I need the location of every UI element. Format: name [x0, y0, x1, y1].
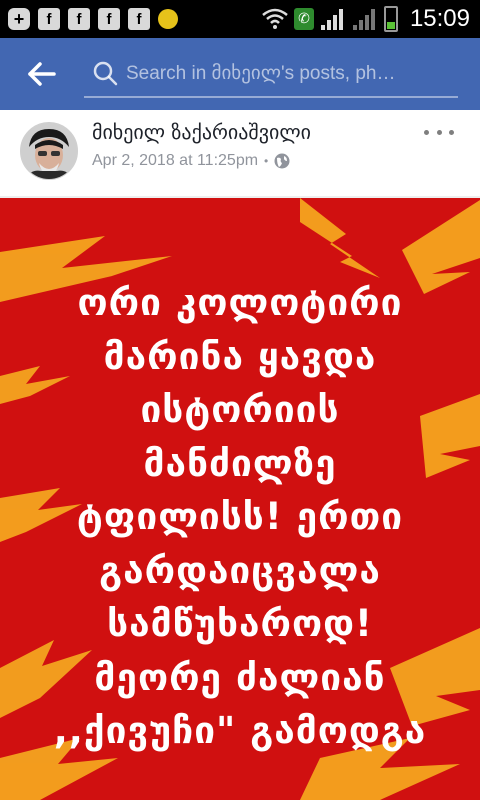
text-line: სამწუხაროდ!: [107, 602, 373, 645]
search-icon: [93, 61, 118, 86]
text-line: ორი კოლოტირი: [77, 281, 403, 324]
status-bar: + f f f f ✆ 15:09: [0, 0, 480, 38]
post-image-text: ორი კოლოტირი მარინა ყავდა ისტორიის მანძი…: [0, 276, 480, 758]
post-header: მიხეილ ზაქარიაშვილი Apr 2, 2018 at 11:25…: [0, 110, 480, 198]
top-app-bar: [0, 38, 480, 110]
text-line: მარინა ყავდა: [103, 334, 377, 378]
search-underline: [84, 96, 458, 98]
post-timestamp[interactable]: Apr 2, 2018 at 11:25pm: [92, 152, 258, 170]
facebook-icon: f: [128, 8, 150, 30]
more-dot: [436, 129, 442, 135]
search-input[interactable]: [126, 56, 446, 92]
more-dot: [449, 129, 454, 135]
meta-separator: •: [264, 154, 269, 168]
avatar[interactable]: [20, 122, 78, 180]
wifi-icon: [262, 8, 288, 29]
arrow-left-icon: [28, 62, 56, 86]
battery-icon: [383, 6, 398, 32]
more-horizontal-icon: [424, 129, 429, 135]
text-line: ისტორიის: [140, 388, 340, 431]
signal-icon: [352, 9, 375, 30]
clock: 15:09: [409, 5, 470, 32]
coin-icon: [158, 9, 178, 29]
text-line: ტფილისს! ერთი: [76, 495, 404, 538]
facebook-icon: f: [68, 8, 90, 30]
globe-icon: [274, 153, 290, 169]
more-options-button[interactable]: [424, 124, 454, 140]
signal-icon: [320, 9, 343, 30]
text-line: მანძილზე: [143, 441, 337, 485]
facebook-icon: f: [38, 8, 60, 30]
profile-photo: [21, 123, 77, 179]
back-button[interactable]: [26, 58, 58, 90]
text-line: მეორე ძალიან: [94, 655, 386, 699]
post-image[interactable]: ორი კოლოტირი მარინა ყავდა ისტორიის მანძი…: [0, 198, 480, 800]
plus-icon: +: [8, 8, 30, 30]
notification-icons: + f f f f: [8, 6, 178, 32]
post-meta: Apr 2, 2018 at 11:25pm •: [92, 152, 290, 170]
phone-icon: ✆: [293, 8, 314, 30]
facebook-icon: f: [98, 8, 120, 30]
text-line: გარდაიცვალა: [99, 548, 381, 592]
post-author[interactable]: მიხეილ ზაქარიაშვილი: [92, 120, 311, 144]
text-line: ,,ქივუჩი" გამოდგა: [53, 709, 427, 752]
system-icons: ✆ 15:09: [262, 4, 470, 34]
